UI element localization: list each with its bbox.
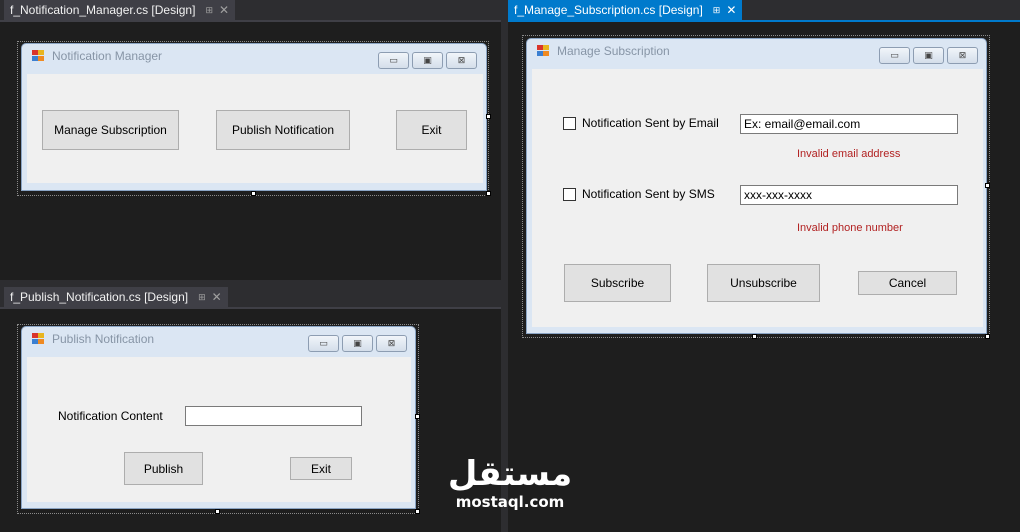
publish-notification-button[interactable]: Publish Notification bbox=[216, 110, 350, 150]
window-title: Publish Notification bbox=[52, 332, 155, 346]
watermark-logo: مستقل mostaql.com bbox=[440, 455, 580, 511]
notification-content-input[interactable] bbox=[185, 406, 362, 426]
resize-handle[interactable] bbox=[985, 334, 990, 339]
close-window-icon[interactable]: ⊠ bbox=[947, 47, 978, 64]
notification-content-label: Notification Content bbox=[58, 409, 163, 423]
subscribe-button[interactable]: Subscribe bbox=[564, 264, 671, 302]
pin-icon[interactable]: ⊞ bbox=[198, 292, 206, 303]
email-checkbox[interactable] bbox=[563, 117, 576, 130]
pin-icon[interactable]: ⊞ bbox=[713, 5, 721, 16]
close-icon[interactable]: ✕ bbox=[212, 290, 222, 304]
cancel-button[interactable]: Cancel bbox=[858, 271, 957, 295]
tabstrip: f_Manage_Subscription.cs [Design] ⊞ ✕ bbox=[508, 0, 1020, 22]
watermark-arabic: مستقل bbox=[447, 454, 573, 494]
exit-button[interactable]: Exit bbox=[396, 110, 467, 150]
exit-button[interactable]: Exit bbox=[290, 457, 352, 480]
splitter-vertical[interactable] bbox=[501, 0, 508, 532]
publish-button[interactable]: Publish bbox=[124, 452, 203, 485]
form-manage-subscription[interactable]: Manage Subscription ▭ ▣ ⊠ Notification S… bbox=[526, 38, 987, 334]
pin-icon[interactable]: ⊞ bbox=[205, 5, 213, 16]
minimize-icon[interactable]: ▭ bbox=[378, 52, 409, 69]
resize-handle[interactable] bbox=[251, 191, 256, 196]
tabstrip: f_Publish_Notification.cs [Design] ⊞ ✕ bbox=[0, 287, 501, 309]
maximize-icon[interactable]: ▣ bbox=[342, 335, 373, 352]
close-icon[interactable]: ✕ bbox=[219, 3, 229, 17]
form-icon bbox=[537, 45, 551, 57]
pane-manage-subscription: f_Manage_Subscription.cs [Design] ⊞ ✕ Ma… bbox=[508, 0, 1020, 532]
maximize-icon[interactable]: ▣ bbox=[412, 52, 443, 69]
manage-subscription-button[interactable]: Manage Subscription bbox=[42, 110, 179, 150]
email-error-text: Invalid email address bbox=[797, 148, 901, 160]
tab-label: f_Publish_Notification.cs [Design] bbox=[10, 290, 189, 304]
sms-checkbox[interactable] bbox=[563, 188, 576, 201]
tab-publish-notification[interactable]: f_Publish_Notification.cs [Design] ⊞ ✕ bbox=[4, 287, 228, 307]
resize-handle[interactable] bbox=[752, 334, 757, 339]
minimize-icon[interactable]: ▭ bbox=[308, 335, 339, 352]
form-icon bbox=[32, 50, 46, 62]
tabstrip: f_Notification_Manager.cs [Design] ⊞ ✕ bbox=[0, 0, 501, 22]
tab-manage-subscription[interactable]: f_Manage_Subscription.cs [Design] ⊞ ✕ bbox=[508, 0, 743, 20]
minimize-icon[interactable]: ▭ bbox=[879, 47, 910, 64]
resize-handle[interactable] bbox=[415, 509, 420, 514]
form-client-area: Notification Content Publish Exit bbox=[27, 357, 411, 502]
close-icon[interactable]: ✕ bbox=[726, 3, 736, 17]
form-client-area: Notification Sent by Email Ex: email@ema… bbox=[532, 69, 983, 327]
watermark-latin: mostaql.com bbox=[455, 493, 565, 511]
window-title: Notification Manager bbox=[52, 49, 163, 63]
pane-publish-notification: f_Publish_Notification.cs [Design] ⊞ ✕ P… bbox=[0, 287, 501, 532]
resize-handle[interactable] bbox=[415, 414, 420, 419]
sms-input[interactable]: xxx-xxx-xxxx bbox=[740, 185, 958, 205]
unsubscribe-button[interactable]: Unsubscribe bbox=[707, 264, 820, 302]
email-checkbox-label: Notification Sent by Email bbox=[582, 116, 719, 130]
window-title: Manage Subscription bbox=[557, 44, 670, 58]
form-client-area: Manage Subscription Publish Notification… bbox=[27, 74, 483, 183]
sms-error-text: Invalid phone number bbox=[797, 222, 903, 234]
close-window-icon[interactable]: ⊠ bbox=[376, 335, 407, 352]
sms-checkbox-label: Notification Sent by SMS bbox=[582, 187, 715, 201]
email-input[interactable]: Ex: email@email.com bbox=[740, 114, 958, 134]
form-icon bbox=[32, 333, 46, 345]
resize-handle[interactable] bbox=[486, 191, 491, 196]
form-publish-notification[interactable]: Publish Notification ▭ ▣ ⊠ Notification … bbox=[21, 326, 416, 509]
close-window-icon[interactable]: ⊠ bbox=[446, 52, 477, 69]
tab-notification-manager[interactable]: f_Notification_Manager.cs [Design] ⊞ ✕ bbox=[4, 0, 236, 20]
splitter-horizontal[interactable] bbox=[0, 280, 501, 287]
tab-label: f_Notification_Manager.cs [Design] bbox=[10, 3, 196, 17]
form-notification-manager[interactable]: Notification Manager ▭ ▣ ⊠ Manage Subscr… bbox=[21, 43, 487, 191]
maximize-icon[interactable]: ▣ bbox=[913, 47, 944, 64]
resize-handle[interactable] bbox=[486, 114, 491, 119]
resize-handle[interactable] bbox=[985, 183, 990, 188]
tab-label: f_Manage_Subscription.cs [Design] bbox=[514, 3, 703, 17]
pane-notification-manager: f_Notification_Manager.cs [Design] ⊞ ✕ N… bbox=[0, 0, 501, 280]
resize-handle[interactable] bbox=[215, 509, 220, 514]
